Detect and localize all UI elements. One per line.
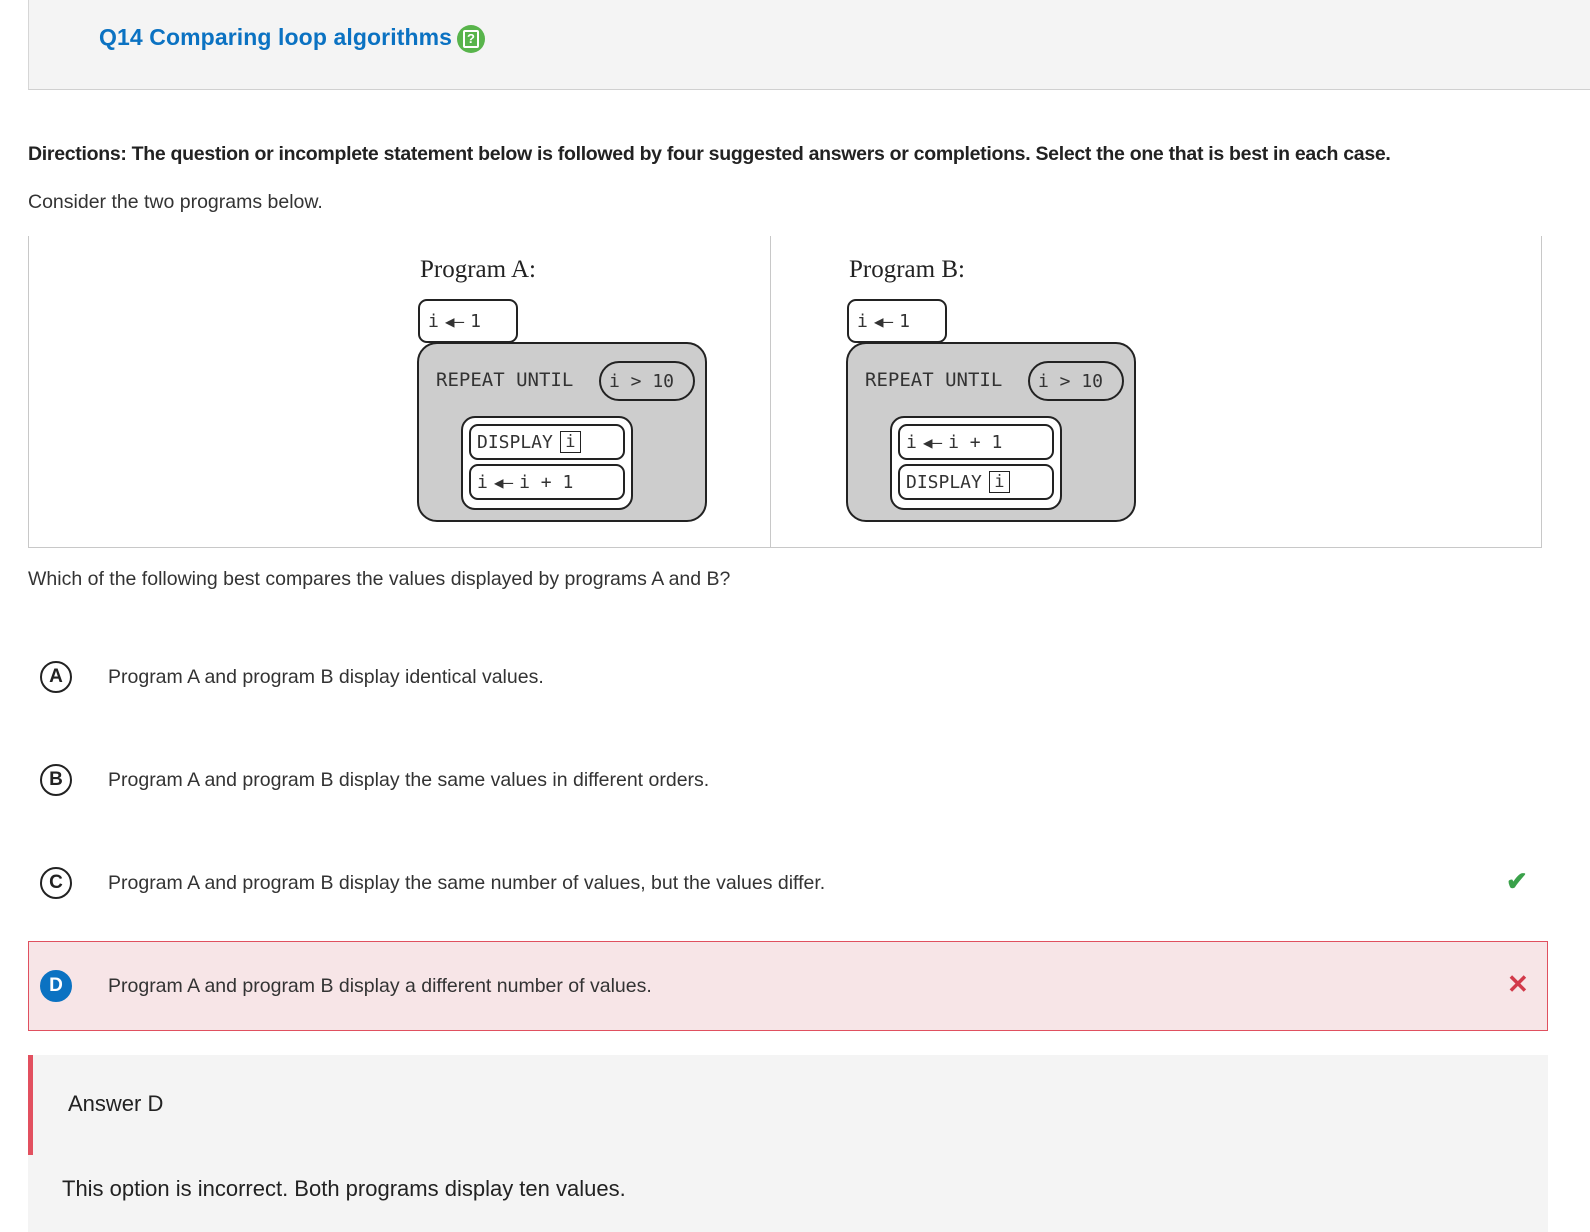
display-keyword: DISPLAY (906, 471, 982, 493)
question-mark-icon[interactable]: ? (457, 25, 485, 53)
program-b-loop-keyword: REPEAT UNTIL (865, 369, 1003, 391)
program-a-init-block: i ◀— 1 (418, 299, 518, 343)
feedback-explanation: This option is incorrect. Both programs … (62, 1176, 626, 1201)
program-a-title: Program A: (420, 256, 536, 283)
correct-check-icon: ✔ (1506, 866, 1528, 896)
incorrect-x-icon: ✕ (1507, 969, 1529, 999)
program-a-loop-body: DISPLAY i i ◀— i + 1 (461, 416, 633, 510)
display-var-box: i (559, 431, 581, 453)
program-a-loop-keyword: REPEAT UNTIL (436, 369, 574, 391)
display-var-box: i (988, 471, 1010, 493)
program-a-loop-condition: i > 10 (599, 361, 695, 401)
choice-text-b: Program A and program B display the same… (108, 769, 710, 791)
choice-text-c: Program A and program B display the same… (108, 872, 826, 894)
program-b-loop-body: i ◀— i + 1 DISPLAY i (890, 416, 1062, 510)
answer-choice-c[interactable]: C Program A and program B display the sa… (28, 838, 1548, 928)
program-a-init-value: 1 (470, 310, 481, 332)
answer-choice-b[interactable]: B Program A and program B display the sa… (28, 735, 1548, 825)
program-b-assign-stmt: i ◀— i + 1 (898, 424, 1054, 460)
program-a-display-stmt: DISPLAY i (469, 424, 625, 460)
programs-table: Program A: i ◀— 1 REPEAT UNTIL i > 10 DI… (28, 236, 1542, 548)
choice-letter-a[interactable]: A (40, 661, 72, 693)
choice-text-d: Program A and program B display a differ… (108, 975, 652, 997)
assign-expr: i + 1 (519, 471, 574, 493)
program-a-assign-stmt: i ◀— i + 1 (469, 464, 625, 500)
left-arrow-icon: ◀— (493, 472, 514, 492)
choice-letter-b[interactable]: B (40, 764, 72, 796)
answer-choice-d[interactable]: D Program A and program B display a diff… (28, 941, 1548, 1031)
program-b-display-stmt: DISPLAY i (898, 464, 1054, 500)
program-b-init-block: i ◀— 1 (847, 299, 947, 343)
left-arrow-icon: ◀— (922, 432, 943, 452)
feedback-title: Answer D (68, 1091, 164, 1116)
assign-var: i (477, 471, 488, 493)
answer-choice-a[interactable]: A Program A and program B display identi… (28, 632, 1548, 722)
choice-letter-c[interactable]: C (40, 867, 72, 899)
table-divider (770, 236, 771, 547)
program-b-loop-block: REPEAT UNTIL i > 10 i ◀— i + 1 DISPLAY i (846, 342, 1136, 522)
program-b-title: Program B: (849, 256, 965, 283)
program-b-init-var: i (857, 310, 868, 332)
help-glyph: ? (463, 30, 479, 48)
choice-letter-d[interactable]: D (40, 970, 72, 1002)
question-title[interactable]: Q14 Comparing loop algorithms (99, 24, 452, 51)
answer-feedback-panel: Answer D This option is incorrect. Both … (28, 1055, 1548, 1232)
left-arrow-icon: ◀— (873, 311, 894, 331)
directions-text: Directions: The question or incomplete s… (28, 143, 1391, 165)
assign-var: i (906, 431, 917, 453)
assign-expr: i + 1 (948, 431, 1003, 453)
question-header: Q14 Comparing loop algorithms ? (28, 0, 1590, 90)
question-stem: Which of the following best compares the… (28, 568, 731, 590)
program-a-loop-block: REPEAT UNTIL i > 10 DISPLAY i i ◀— i + 1 (417, 342, 707, 522)
intro-text: Consider the two programs below. (28, 191, 323, 213)
program-a-init-var: i (428, 310, 439, 332)
program-b-init-value: 1 (899, 310, 910, 332)
feedback-accent-bar (28, 1055, 33, 1155)
program-b-loop-condition: i > 10 (1028, 361, 1124, 401)
display-keyword: DISPLAY (477, 431, 553, 453)
left-arrow-icon: ◀— (444, 311, 465, 331)
choice-text-a: Program A and program B display identica… (108, 666, 544, 688)
